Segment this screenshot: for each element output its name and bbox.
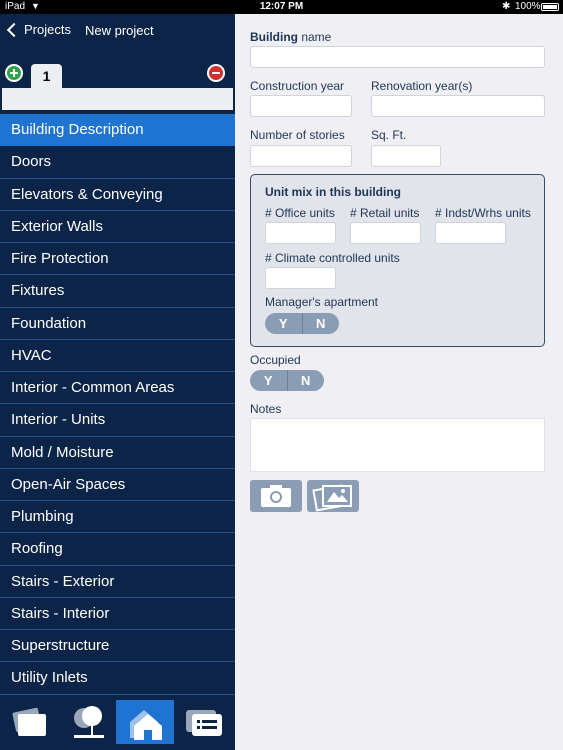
renovation-years-label: Renovation year(s)	[371, 79, 473, 93]
section-item[interactable]: Mold / Moisture	[0, 437, 235, 469]
section-item[interactable]: Stairs - Exterior	[0, 566, 235, 598]
building-tabs: 1	[0, 64, 235, 88]
section-list: Building Description Doors Elevators & Con…	[0, 114, 235, 695]
unit-mix-panel: Unit mix in this building # Office units…	[250, 174, 545, 347]
list-icon	[186, 710, 222, 736]
stories-input[interactable]	[250, 145, 352, 167]
notes-textarea[interactable]	[250, 418, 545, 472]
building-button[interactable]	[116, 700, 174, 744]
notes-label: Notes	[250, 402, 282, 416]
indst-units-input[interactable]	[435, 222, 506, 244]
building-description-form: Building name Construction year Renovati…	[235, 14, 563, 750]
cards-icon	[12, 707, 46, 736]
section-item[interactable]: Fire Protection	[0, 243, 235, 276]
building-name-input[interactable]	[250, 46, 545, 68]
nav-title: New project	[85, 23, 154, 38]
section-item[interactable]: Open-Air Spaces	[0, 469, 235, 501]
section-item[interactable]: Superstructure	[0, 630, 235, 663]
section-item[interactable]: Utility Inlets	[0, 662, 235, 695]
bottom-toolbar	[0, 698, 235, 750]
managers-apartment-toggle: Y N	[265, 313, 339, 334]
section-item[interactable]: Interior - Common Areas	[0, 372, 235, 405]
building-tab[interactable]: 1	[31, 64, 62, 88]
bluetooth-icon: ✱	[502, 1, 511, 12]
nav-header: Projects New project	[0, 14, 235, 50]
sq-ft-input[interactable]	[371, 145, 441, 167]
retail-units-label: # Retail units	[350, 206, 420, 220]
indst-units-label: # Indst/Wrhs units	[435, 206, 531, 220]
occupied-toggle: Y N	[250, 370, 324, 391]
building-name-label: Building name	[250, 30, 332, 44]
section-item[interactable]: Exterior Walls	[0, 211, 235, 243]
clock: 12:07 PM	[259, 1, 304, 12]
tab-panel	[2, 88, 233, 110]
landscape-button[interactable]	[58, 700, 116, 744]
unit-mix-title: Unit mix in this building	[265, 185, 401, 199]
photo-library-icon	[312, 484, 352, 512]
trees-icon	[74, 706, 104, 738]
section-item[interactable]: Stairs - Interior	[0, 598, 235, 630]
section-item[interactable]: HVAC	[0, 340, 235, 372]
photo-library-button[interactable]	[307, 480, 359, 512]
office-units-input[interactable]	[265, 222, 336, 244]
section-item[interactable]: Interior - Units	[0, 404, 235, 437]
chevron-left-icon	[6, 22, 22, 37]
stories-label: Number of stories	[250, 128, 345, 142]
construction-year-label: Construction year	[250, 79, 345, 93]
house-icon	[130, 710, 162, 740]
section-item[interactable]: Roofing	[0, 533, 235, 566]
camera-icon	[261, 485, 291, 507]
status-bar: iPad ▼ 12:07 PM ✱ 100%	[0, 0, 563, 14]
managers-apartment-no[interactable]: N	[303, 313, 340, 334]
construction-year-input[interactable]	[250, 95, 352, 117]
section-item[interactable]: Foundation	[0, 308, 235, 340]
take-photo-button[interactable]	[250, 480, 302, 512]
occupied-no[interactable]: N	[288, 370, 325, 391]
remove-building-icon[interactable]	[207, 64, 225, 82]
section-item[interactable]: Plumbing	[0, 501, 235, 534]
back-label: Projects	[24, 22, 71, 37]
climate-units-input[interactable]	[265, 267, 336, 289]
add-building-icon[interactable]	[5, 64, 23, 82]
climate-units-label: # Climate controlled units	[265, 251, 400, 265]
sidebar: Projects New project 1 Building Descript…	[0, 14, 235, 750]
section-item[interactable]: Building Description	[0, 114, 235, 147]
managers-apartment-yes[interactable]: Y	[265, 313, 303, 334]
renovation-years-input[interactable]	[371, 95, 545, 117]
section-item[interactable]: Fixtures	[0, 275, 235, 308]
back-button[interactable]: Projects	[6, 22, 71, 37]
cards-button[interactable]	[0, 700, 58, 744]
battery-percent: 100%	[515, 1, 541, 12]
section-item[interactable]: Elevators & Conveying	[0, 179, 235, 211]
section-item[interactable]: Doors	[0, 146, 235, 179]
office-units-label: # Office units	[265, 206, 335, 220]
occupied-label: Occupied	[250, 353, 301, 367]
sq-ft-label: Sq. Ft.	[371, 128, 407, 142]
battery-icon	[541, 3, 559, 11]
retail-units-input[interactable]	[350, 222, 421, 244]
report-button[interactable]	[174, 700, 232, 744]
managers-apartment-label: Manager's apartment	[265, 295, 379, 309]
occupied-yes[interactable]: Y	[250, 370, 288, 391]
